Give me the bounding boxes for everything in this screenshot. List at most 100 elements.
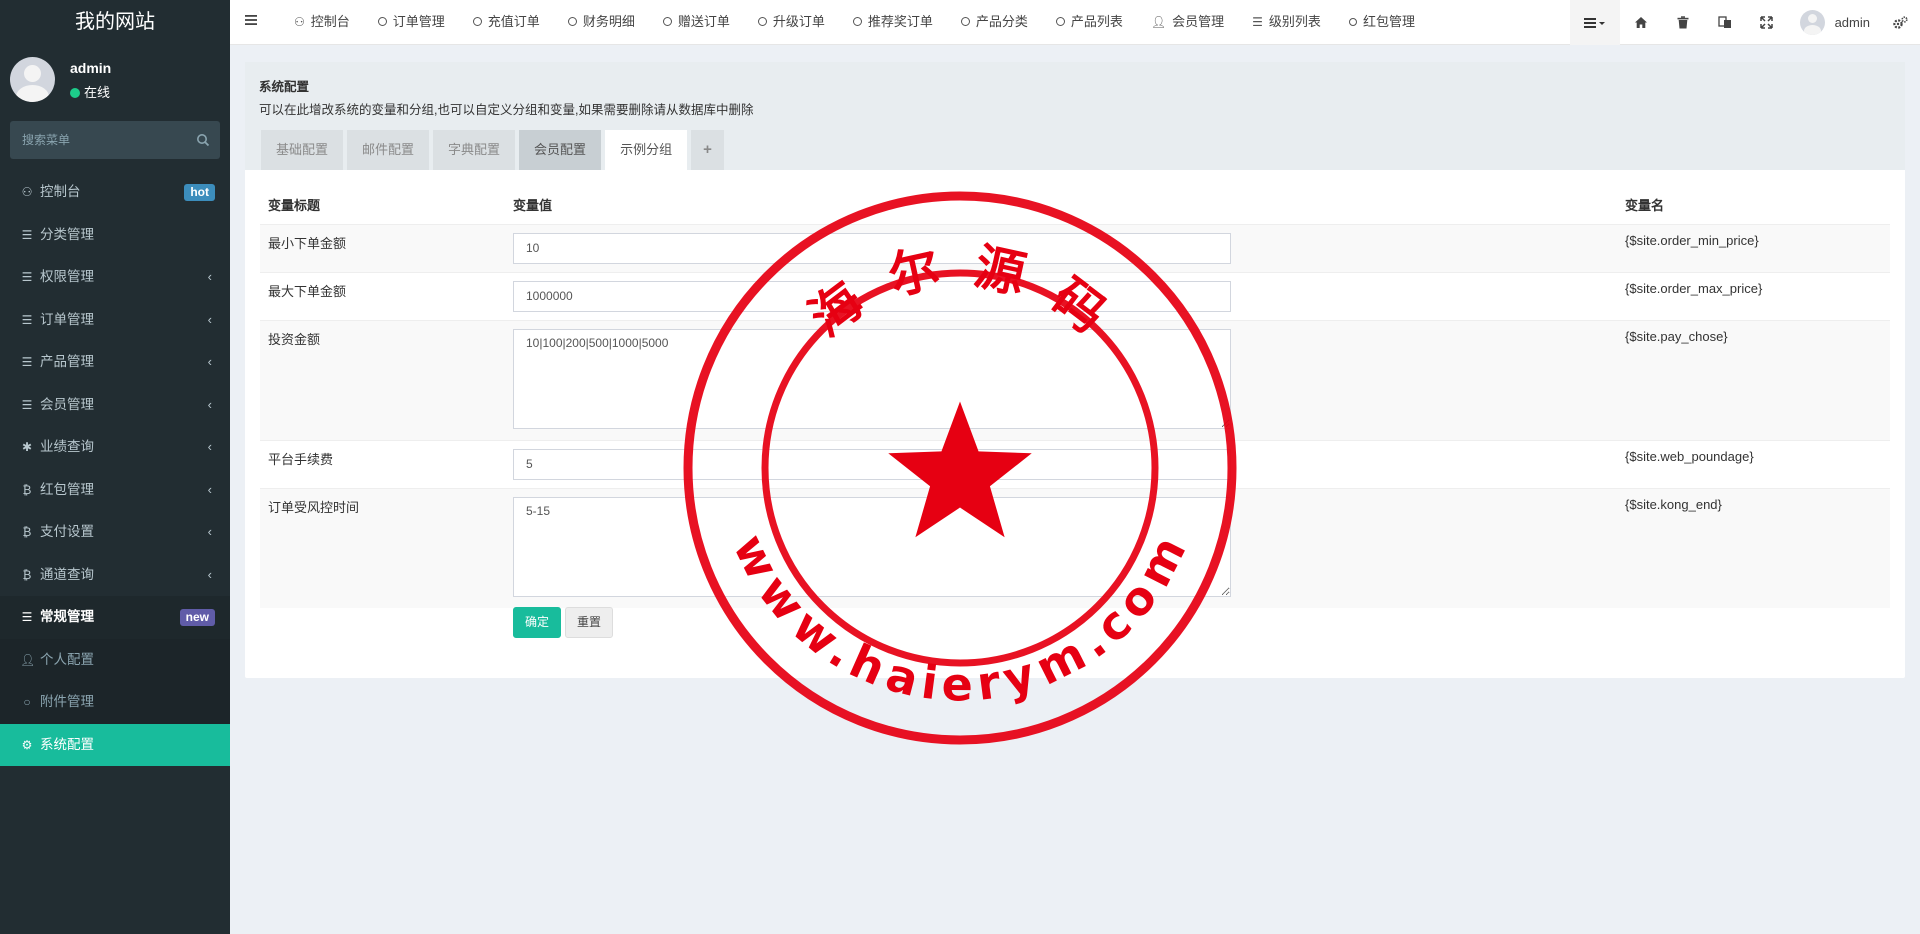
sidebar-item-orders[interactable]: ☰ 订单管理 ‹ — [0, 299, 230, 342]
panel-heading: 系统配置 可以在此增改系统的变量和分组,也可以自定义分组和变量,如果需要删除请从… — [245, 62, 1905, 170]
chevron-left-icon: ‹ — [207, 566, 212, 582]
list-dropdown-icon — [1583, 17, 1605, 28]
home-button[interactable] — [1620, 0, 1662, 45]
sidebar-item-attachment[interactable]: ○ 附件管理 — [0, 681, 230, 724]
settings-button[interactable] — [1880, 0, 1920, 45]
page-description: 可以在此增改系统的变量和分组,也可以自定义分组和变量,如果需要删除请从数据库中删… — [259, 103, 754, 117]
dashboard-icon: ⚇ — [294, 15, 305, 29]
circle-icon — [1348, 18, 1357, 26]
row-key: {$site.kong_end} — [1617, 487, 1890, 608]
fullscreen-button[interactable] — [1746, 0, 1788, 45]
search-icon[interactable] — [196, 133, 210, 147]
avatar — [10, 57, 55, 102]
sidebar-item-channel[interactable]: ₿ 通道查询 ‹ — [0, 554, 230, 597]
nav-tab-referral-orders[interactable]: 推荐奖订单 — [839, 0, 947, 45]
language-icon — [1717, 16, 1731, 28]
chevron-left-icon: ‹ — [207, 524, 212, 539]
sidebar-item-system-config[interactable]: ⚙ 系统配置 — [0, 723, 230, 766]
sidebar-item-dashboard[interactable]: ⚇ 控制台 hot — [0, 171, 230, 214]
circle-icon — [1055, 17, 1065, 26]
user-status: 在线 — [70, 82, 110, 101]
row-key: {$site.order_min_price} — [1617, 223, 1890, 272]
row-key: {$site.pay_chose} — [1617, 319, 1890, 440]
tab-member[interactable]: 会员配置 — [519, 130, 602, 170]
config-tabs: 基础配置 邮件配置 字典配置 会员配置 示例分组 + — [261, 130, 728, 170]
tab-basic[interactable]: 基础配置 — [261, 130, 344, 170]
sidebar-item-payment[interactable]: ₿ 支付设置 ‹ — [0, 511, 230, 554]
col-header-key: 变量名 — [1617, 185, 1890, 225]
sidebar-search — [10, 121, 220, 159]
table-row: 投资金额 10|100|200|500|1000|5000 {$site.pay… — [260, 319, 1890, 440]
user-menu[interactable]: admin — [1788, 0, 1880, 45]
col-header-value: 变量值 — [505, 185, 1617, 225]
page-title: 系统配置 — [259, 80, 310, 94]
site-logo[interactable]: 我的网站 — [0, 0, 230, 45]
trash-icon — [1677, 16, 1689, 29]
cogs-icon: ⚙ — [21, 737, 33, 752]
list-icon: ☰ — [21, 397, 33, 412]
row-title: 订单受风控时间 — [260, 487, 505, 608]
sidebar-item-redpacket[interactable]: ₿ 红包管理 ‹ — [0, 469, 230, 512]
language-button[interactable] — [1704, 0, 1746, 45]
hot-badge: hot — [184, 184, 215, 201]
tab-dictionary[interactable]: 字典配置 — [433, 130, 516, 170]
header-actions: admin — [1569, 0, 1920, 45]
nav-menu-dropdown[interactable] — [1569, 0, 1620, 45]
clear-cache-button[interactable] — [1662, 0, 1704, 45]
sidebar-item-products[interactable]: ☰ 产品管理 ‹ — [0, 341, 230, 384]
table-row: 订单受风控时间 5-15 {$site.kong_end} — [260, 487, 1890, 608]
submit-button[interactable]: 确定 — [513, 607, 562, 638]
sidebar-item-members[interactable]: ☰ 会员管理 ‹ — [0, 384, 230, 427]
form-buttons: 确定 重置 — [513, 607, 617, 638]
circle-icon — [472, 17, 482, 26]
nav-tab-recharge[interactable]: 充值订单 — [459, 0, 554, 45]
sidebar-item-auth[interactable]: ☰ 权限管理 ‹ — [0, 256, 230, 299]
nav-tab-dashboard[interactable]: ⚇ 控制台 — [280, 0, 364, 45]
table-row: 平台手续费 {$site.web_poundage} — [260, 439, 1890, 488]
chevron-left-icon: ‹ — [207, 269, 212, 284]
row-title: 最大下单金额 — [260, 271, 505, 320]
bitcoin-icon: ₿ — [22, 525, 32, 539]
list-icon: ☰ — [21, 312, 33, 327]
max-order-amount-input[interactable] — [513, 280, 1231, 312]
search-input[interactable] — [10, 121, 220, 159]
platform-fee-input[interactable] — [513, 448, 1231, 480]
fullscreen-icon — [1760, 16, 1773, 29]
sidebar-toggle-icon[interactable] — [244, 13, 258, 27]
chevron-left-icon: ‹ — [207, 439, 212, 454]
row-key: {$site.web_poundage} — [1617, 439, 1890, 488]
tab-email[interactable]: 邮件配置 — [347, 130, 430, 170]
reset-button[interactable]: 重置 — [565, 607, 614, 638]
nav-tab-product-list[interactable]: 产品列表 — [1042, 0, 1137, 45]
list-icon: ☰ — [21, 270, 33, 284]
nav-tab-upgrade-orders[interactable]: 升级订单 — [744, 0, 839, 45]
sidebar-item-general[interactable]: ☰ 常规管理 new — [0, 596, 230, 639]
circle-icon — [567, 17, 577, 26]
home-icon — [1634, 17, 1647, 28]
risk-control-time-textarea[interactable]: 5-15 — [513, 496, 1231, 597]
user-icon: 👤︎ — [1150, 15, 1167, 29]
user-name: admin — [70, 60, 112, 76]
nav-tab-gift-orders[interactable]: 赠送订单 — [649, 0, 744, 45]
circle-icon — [662, 17, 672, 26]
row-title: 最小下单金额 — [260, 223, 505, 272]
nav-tab-redpacket[interactable]: 红包管理 — [1335, 0, 1429, 45]
circle-icon: ○ — [23, 695, 31, 709]
nav-tab-product-category[interactable]: 产品分类 — [947, 0, 1042, 45]
chevron-left-icon: ‹ — [207, 481, 212, 497]
nav-tab-levels[interactable]: ☰ 级别列表 — [1238, 0, 1335, 45]
sidebar-item-profile[interactable]: 👤︎ 个人配置 — [0, 638, 230, 681]
list-icon: ☰ — [21, 610, 33, 624]
sidebar-item-performance[interactable]: ✱ 业绩查询 ‹ — [0, 426, 230, 469]
min-order-amount-input[interactable] — [513, 232, 1231, 264]
nav-tab-members[interactable]: 👤︎ 会员管理 — [1137, 0, 1238, 45]
cogs-icon — [1892, 15, 1908, 29]
sidebar-menu: ⚇ 控制台 hot ☰ 分类管理 ☰ 权限管理 ‹ ☰ 订单管理 ‹ ☰ 产品管理 ‹ ☰… — [0, 171, 230, 766]
add-group-button[interactable]: + — [691, 130, 724, 170]
tab-example[interactable]: 示例分组 — [605, 130, 688, 170]
dashboard-icon: ⚇ — [21, 185, 33, 199]
nav-tab-finance[interactable]: 财务明细 — [554, 0, 649, 45]
sidebar-item-category[interactable]: ☰ 分类管理 — [0, 214, 230, 257]
investment-amounts-textarea[interactable]: 10|100|200|500|1000|5000 — [513, 328, 1231, 429]
nav-tab-orders[interactable]: 订单管理 — [364, 0, 459, 45]
